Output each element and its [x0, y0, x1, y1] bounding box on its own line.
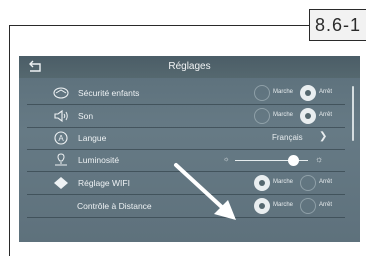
callout-arrow-icon	[174, 163, 236, 220]
